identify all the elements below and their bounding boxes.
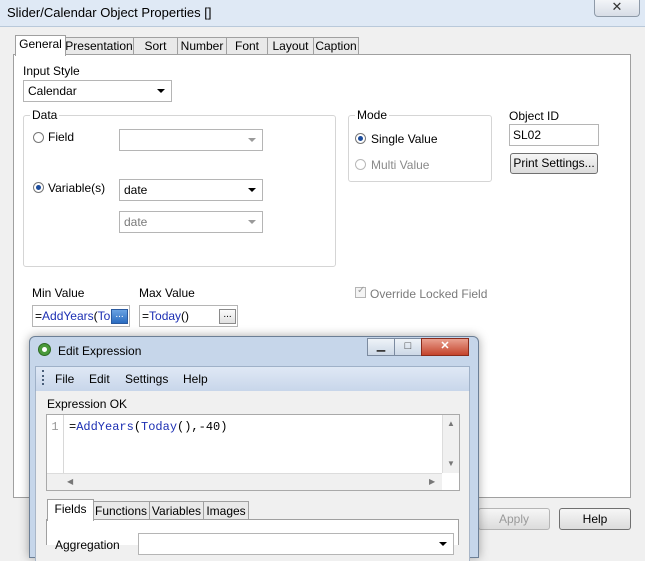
min-value-expression-button[interactable]: ... [111, 309, 128, 324]
tab-number[interactable]: Number [177, 37, 227, 55]
variable-dropdown[interactable]: date [119, 179, 263, 201]
tab-caption[interactable]: Caption [313, 37, 359, 55]
object-id-label: Object ID [509, 109, 560, 123]
expression-code: =AddYears(Today(),-40) [69, 420, 228, 434]
field-label: Field [48, 130, 75, 144]
qlikview-icon [38, 343, 51, 356]
maximize-icon: □ [404, 340, 412, 352]
dialog-close-button[interactable]: ✕ [421, 338, 469, 356]
min-value-label: Min Value [32, 286, 85, 300]
override-label: Override Locked Field [370, 287, 488, 301]
grip-icon [42, 370, 46, 385]
menu-edit[interactable]: Edit [89, 372, 110, 386]
scroll-up-icon[interactable]: ▲ [447, 419, 455, 428]
scroll-down-icon[interactable]: ▼ [447, 459, 455, 468]
variable2-dropdown[interactable]: date [119, 211, 263, 233]
close-icon: ✕ [611, 0, 623, 14]
single-value-label: Single Value [371, 132, 438, 146]
input-style-label: Input Style [23, 64, 80, 78]
aggregation-label: Aggregation [55, 538, 120, 552]
variables-radio[interactable] [33, 182, 44, 193]
tab-general[interactable]: General [15, 35, 66, 56]
tab-images[interactable]: Images [203, 501, 249, 520]
field-radio[interactable] [33, 132, 44, 143]
data-group-label: Data [30, 108, 60, 122]
multi-value-radio[interactable] [355, 159, 366, 170]
minimize-icon: ▁ [376, 340, 386, 352]
minimize-button[interactable]: ▁ [367, 338, 395, 356]
input-style-dropdown[interactable]: Calendar [23, 80, 172, 102]
vertical-scrollbar[interactable]: ▲ ▼ [442, 415, 459, 473]
field-dropdown[interactable] [119, 129, 263, 151]
expression-status: Expression OK [47, 397, 128, 411]
max-value-expression-button[interactable]: ... [219, 309, 236, 324]
print-settings-button[interactable]: Print Settings... [510, 153, 598, 174]
maximize-button[interactable]: □ [394, 338, 422, 356]
chevron-down-icon [157, 89, 165, 93]
menu-settings[interactable]: Settings [125, 372, 168, 386]
object-id-value: SL02 [513, 128, 542, 142]
chevron-down-icon [248, 138, 256, 142]
variable-value: date [124, 183, 148, 197]
chevron-down-icon [439, 542, 447, 546]
multi-value-label: Multi Value [371, 158, 430, 172]
min-value-text: =AddYears(To [35, 309, 111, 323]
apply-button[interactable]: Apply [478, 508, 550, 530]
max-value-text: =Today() [142, 309, 190, 323]
menu-file[interactable]: File [55, 372, 74, 386]
max-value-label: Max Value [139, 286, 195, 300]
override-checkbox[interactable]: ✓ [355, 285, 366, 298]
expression-editor[interactable]: 1 =AddYears(Today(),-40) ▲ ▼ ◀ ▶ [46, 414, 460, 491]
help-button[interactable]: Help [559, 508, 631, 530]
tab-font[interactable]: Font [226, 37, 268, 55]
tab-sort[interactable]: Sort [133, 37, 178, 55]
scroll-left-icon[interactable]: ◀ [67, 477, 73, 486]
tab-functions[interactable]: Functions [92, 501, 150, 520]
horizontal-scrollbar[interactable]: ◀ ▶ [47, 473, 442, 490]
close-button[interactable]: ✕ [594, 0, 640, 17]
object-id-input[interactable]: SL02 [509, 124, 599, 146]
aggregation-dropdown[interactable] [138, 533, 454, 555]
tab-fields[interactable]: Fields [47, 499, 94, 521]
tab-presentation[interactable]: Presentation [64, 37, 134, 55]
tab-layout[interactable]: Layout [267, 37, 314, 55]
menu-help[interactable]: Help [183, 372, 208, 386]
chevron-down-icon [248, 220, 256, 224]
window-title: Slider/Calendar Object Properties [] [7, 5, 212, 20]
mode-group-label: Mode [355, 108, 390, 122]
scroll-right-icon[interactable]: ▶ [429, 477, 435, 486]
tab-variables[interactable]: Variables [149, 501, 204, 520]
check-icon: ✓ [357, 285, 366, 296]
input-style-value: Calendar [28, 84, 77, 98]
variable2-value: date [124, 215, 148, 229]
single-value-radio[interactable] [355, 133, 366, 144]
edit-expression-title: Edit Expression [58, 344, 142, 358]
chevron-down-icon [248, 188, 256, 192]
close-icon: ✕ [440, 340, 450, 352]
variables-label: Variable(s) [48, 181, 106, 195]
